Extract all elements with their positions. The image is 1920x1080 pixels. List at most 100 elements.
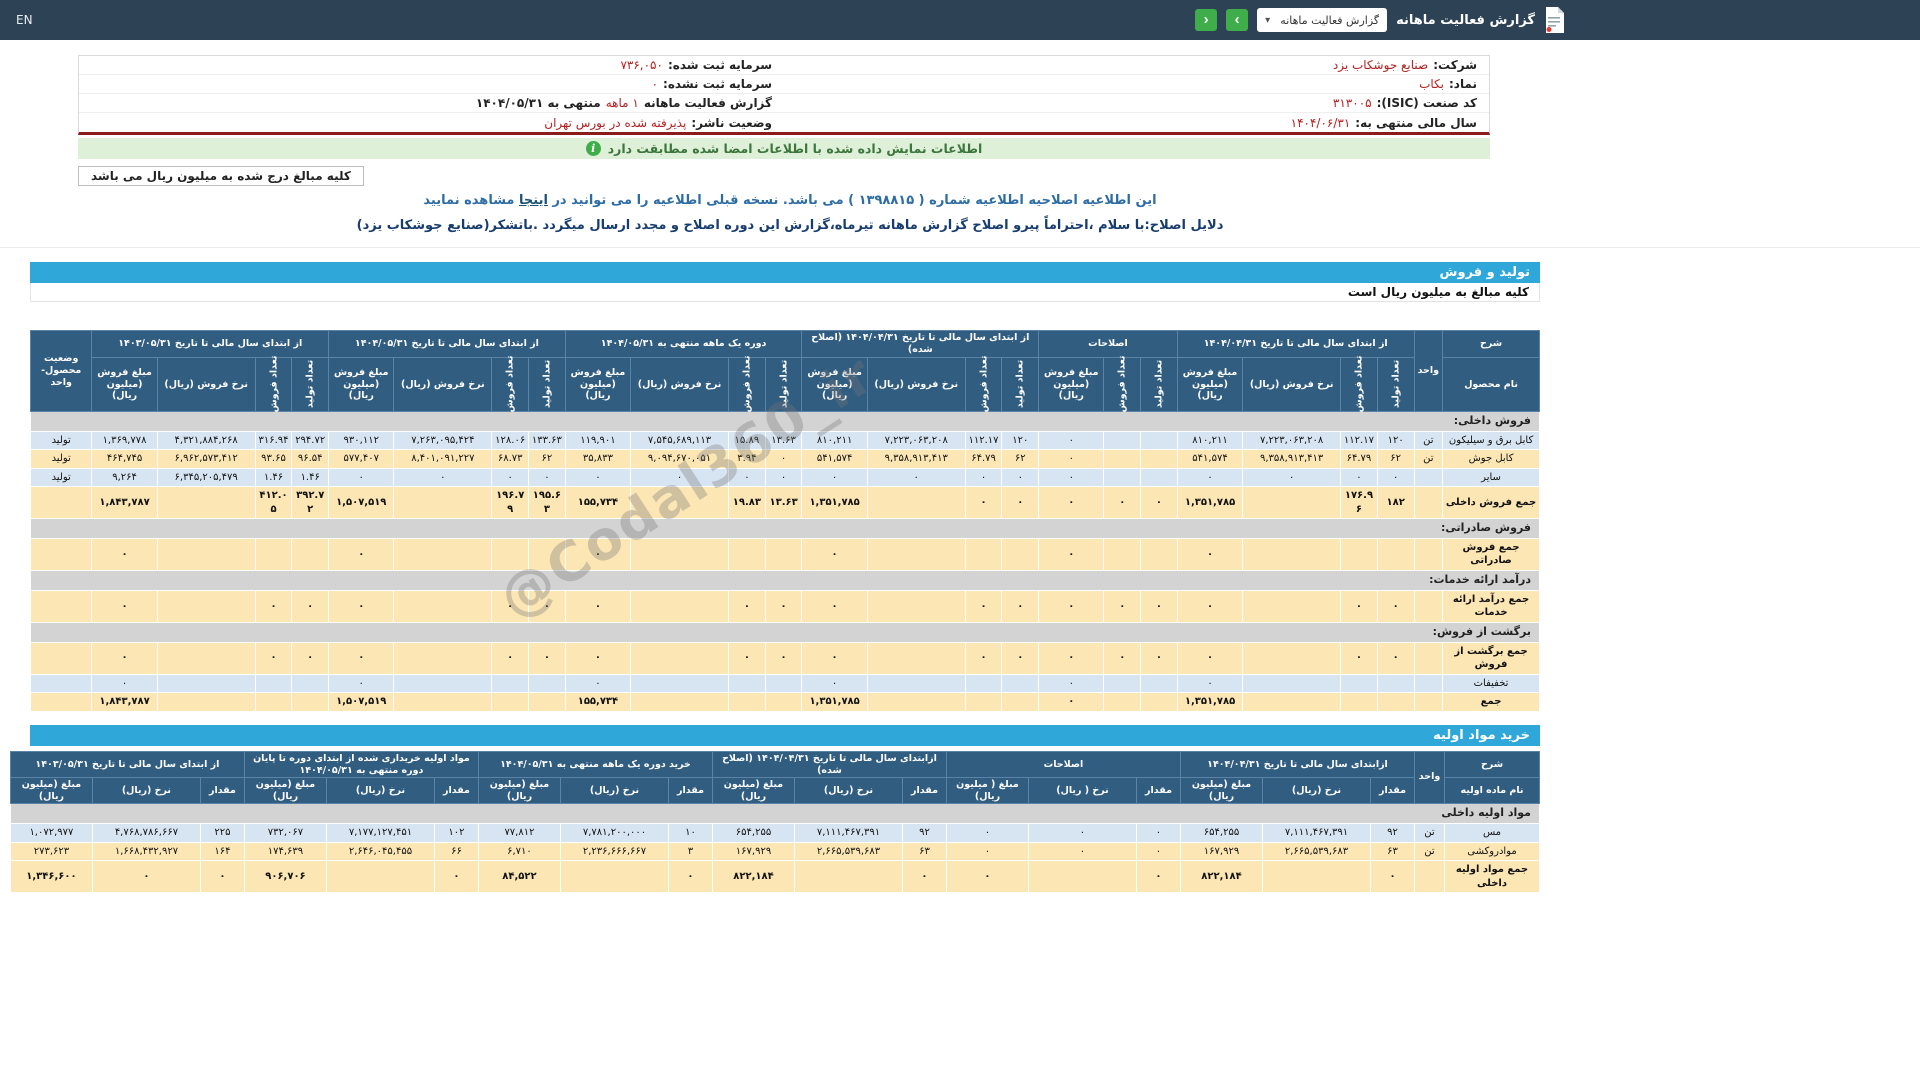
section-label-cell: درآمد ارائه خدمات:: [30, 569, 1540, 591]
value-cell: ۰: [1135, 860, 1181, 893]
value-cell: [866, 692, 966, 712]
value-cell: ۰: [764, 641, 803, 675]
value-cell: ۶,۹۶۲,۵۷۳,۴۱۲: [156, 449, 256, 469]
banner-text: اطلاعات نمایش داده شده با اطلاعات امضا ش…: [607, 141, 983, 156]
info-value: ۱ ماهه: [605, 96, 639, 110]
value-cell: [1001, 673, 1040, 694]
value-cell: [291, 692, 330, 712]
column-group-header: دوره یک ماهه منتهی به ۱۴۰۴/۰۵/۳۱: [564, 330, 803, 358]
info-label: کد صنعت (ISIC):: [1376, 96, 1477, 110]
value-cell: [1340, 692, 1378, 712]
value-cell: ۰: [728, 467, 766, 488]
value-cell: [728, 692, 766, 712]
value-cell: [866, 641, 966, 675]
column-header: مبلغ (میلیون ریال): [9, 777, 93, 805]
value-cell: ۹۳۰,۱۱۲: [328, 430, 395, 451]
value-cell: ۰: [1001, 467, 1040, 488]
info-value: بکاب: [1419, 77, 1444, 91]
value-cell: ۱.۴۶: [291, 467, 330, 488]
info-col-left: سرمایه ثبت شده: ۷۳۶,۰۵۰ سرمایه ثبت نشده: ۰ گ…: [79, 56, 784, 132]
column-header: تعداد فروش: [254, 356, 293, 413]
column-header: نرخ ( ریال): [1027, 777, 1137, 805]
row-label-cell: جمع برگشت از فروش: [1442, 641, 1540, 675]
column-header: مقدار: [433, 777, 479, 805]
value-cell: [393, 537, 493, 571]
column-header: مبلغ ( میلیون ریال): [945, 777, 1029, 805]
value-cell: [1340, 673, 1378, 694]
table-section-row: برگشت از فروش:: [30, 621, 1540, 643]
info-value: ۱۴۰۴/۰۶/۳۱: [1290, 115, 1351, 130]
column-group-header: واحد: [1414, 750, 1445, 805]
value-cell: ۹,۲۶۴: [91, 467, 158, 488]
value-cell: ۱,۵۰۷,۵۱۹: [328, 692, 395, 712]
value-cell: [156, 537, 256, 571]
value-cell: [630, 641, 730, 675]
column-header: مبلغ فروش (میلیون ریال): [1038, 356, 1105, 412]
value-cell: [1376, 673, 1415, 694]
table-sum-row: جمع ۱,۳۵۱,۷۸۵ ۰ ۱,۳۵۱,۷۸۵ ۱۵۵,۷۳۴ ۱,۵۰۷,۵۱۹ ۱,…: [29, 692, 1540, 712]
value-cell: [325, 860, 435, 893]
value-cell: ۱۲۰: [1376, 430, 1415, 451]
row-label-cell: کابل جوش: [1442, 449, 1540, 469]
value-cell: ۱۳۳.۶۳: [528, 430, 566, 451]
value-cell: ۲,۶۴۶,۰۴۵,۴۵۵: [325, 841, 435, 861]
value-cell: ۰: [1103, 641, 1142, 675]
prev-report-button[interactable]: ‹: [1195, 9, 1218, 31]
info-row: سال مالی منتهی به: ۱۴۰۴/۰۶/۳۱: [784, 113, 1489, 132]
report-type-dropdown[interactable]: گزارش فعالیت ماهانه ▾: [1257, 8, 1388, 32]
column-group-header: از ابتدای سال مالی تا تاریخ ۱۴۰۴/۰۴/۳۱ (…: [801, 330, 1040, 358]
value-cell: ۶۳: [1370, 841, 1415, 861]
value-cell: ۰: [564, 467, 632, 488]
previous-version-link[interactable]: اینجا: [519, 193, 548, 208]
value-cell: [156, 692, 256, 712]
value-cell: ۹۶.۵۴: [291, 449, 330, 469]
value-cell: ۴۱۲.۰۵: [254, 486, 293, 520]
value-cell: ۰: [1176, 673, 1244, 694]
value-cell: ۱.۴۶: [254, 467, 293, 488]
info-label: شرکت:: [1433, 58, 1477, 72]
value-cell: ۳۱۶.۹۴: [254, 430, 293, 451]
value-cell: ۲,۲۳۶,۶۶۶,۶۶۷: [559, 841, 669, 861]
value-cell: ۰: [964, 486, 1003, 520]
value-cell: [1103, 673, 1142, 694]
info-suffix: منتهی به ۱۴۰۴/۰۵/۳۱: [475, 96, 601, 110]
value-cell: ۰: [1340, 467, 1378, 488]
value-cell: [491, 537, 530, 571]
column-group-header: وضعیت محصول-واحد: [29, 330, 93, 412]
language-toggle[interactable]: EN: [16, 13, 33, 27]
dropdown-value: گزارش فعالیت ماهانه: [1280, 13, 1380, 27]
value-cell: ۰: [328, 537, 395, 571]
value-cell: تولید: [29, 467, 93, 488]
value-cell: [1413, 467, 1444, 488]
table-row: کابل جوش تن ۶۲ ۶۴.۷۹ ۹,۳۵۸,۹۱۳,۴۱۳ ۵۴۱,۵۷۴ ۰ ۶۲…: [29, 449, 1540, 469]
value-cell: ۱۳.۶۳: [764, 486, 803, 520]
value-cell: ۳۵,۸۳۳: [564, 449, 632, 469]
info-row: شرکت: صنایع جوشکاب یزد: [784, 56, 1489, 75]
info-value: ۰: [651, 77, 659, 91]
value-cell: ۰: [945, 860, 1029, 893]
value-cell: ۰: [564, 641, 632, 675]
next-report-button[interactable]: ›: [1226, 9, 1249, 31]
topbar-right-group: گزارش فعالیت ماهانه گزارش فعالیت ماهانه …: [1195, 7, 1564, 33]
value-cell: [1140, 692, 1178, 712]
value-cell: ۰: [91, 673, 158, 694]
unit-note-wrap: کلیه مبالغ درج شده به میلیون ریال می باش…: [78, 166, 1490, 186]
info-label: نماد:: [1448, 77, 1477, 91]
value-cell: ۰: [1340, 641, 1378, 675]
value-cell: [1242, 486, 1342, 520]
page-title: گزارش فعالیت ماهانه: [1396, 12, 1535, 28]
value-cell: ۰: [1038, 589, 1105, 623]
value-cell: ۸۲۲,۱۸۴: [711, 860, 795, 893]
section-label-cell: فروش صادراتی:: [30, 518, 1540, 539]
info-label: سرمایه ثبت شده:: [667, 58, 772, 72]
value-cell: [866, 673, 966, 694]
value-cell: [793, 860, 903, 893]
info-label: گزارش فعالیت ماهانه: [643, 96, 772, 110]
value-cell: ۱۸۲: [1376, 486, 1415, 520]
value-cell: تولید: [29, 449, 93, 469]
value-cell: ۰: [764, 449, 803, 469]
value-cell: ۵۴۱,۵۷۴: [801, 449, 868, 469]
column-header: نرخ (ریال): [91, 777, 201, 805]
table-section-row: فروش صادراتی:: [30, 518, 1540, 539]
value-cell: [764, 537, 803, 571]
